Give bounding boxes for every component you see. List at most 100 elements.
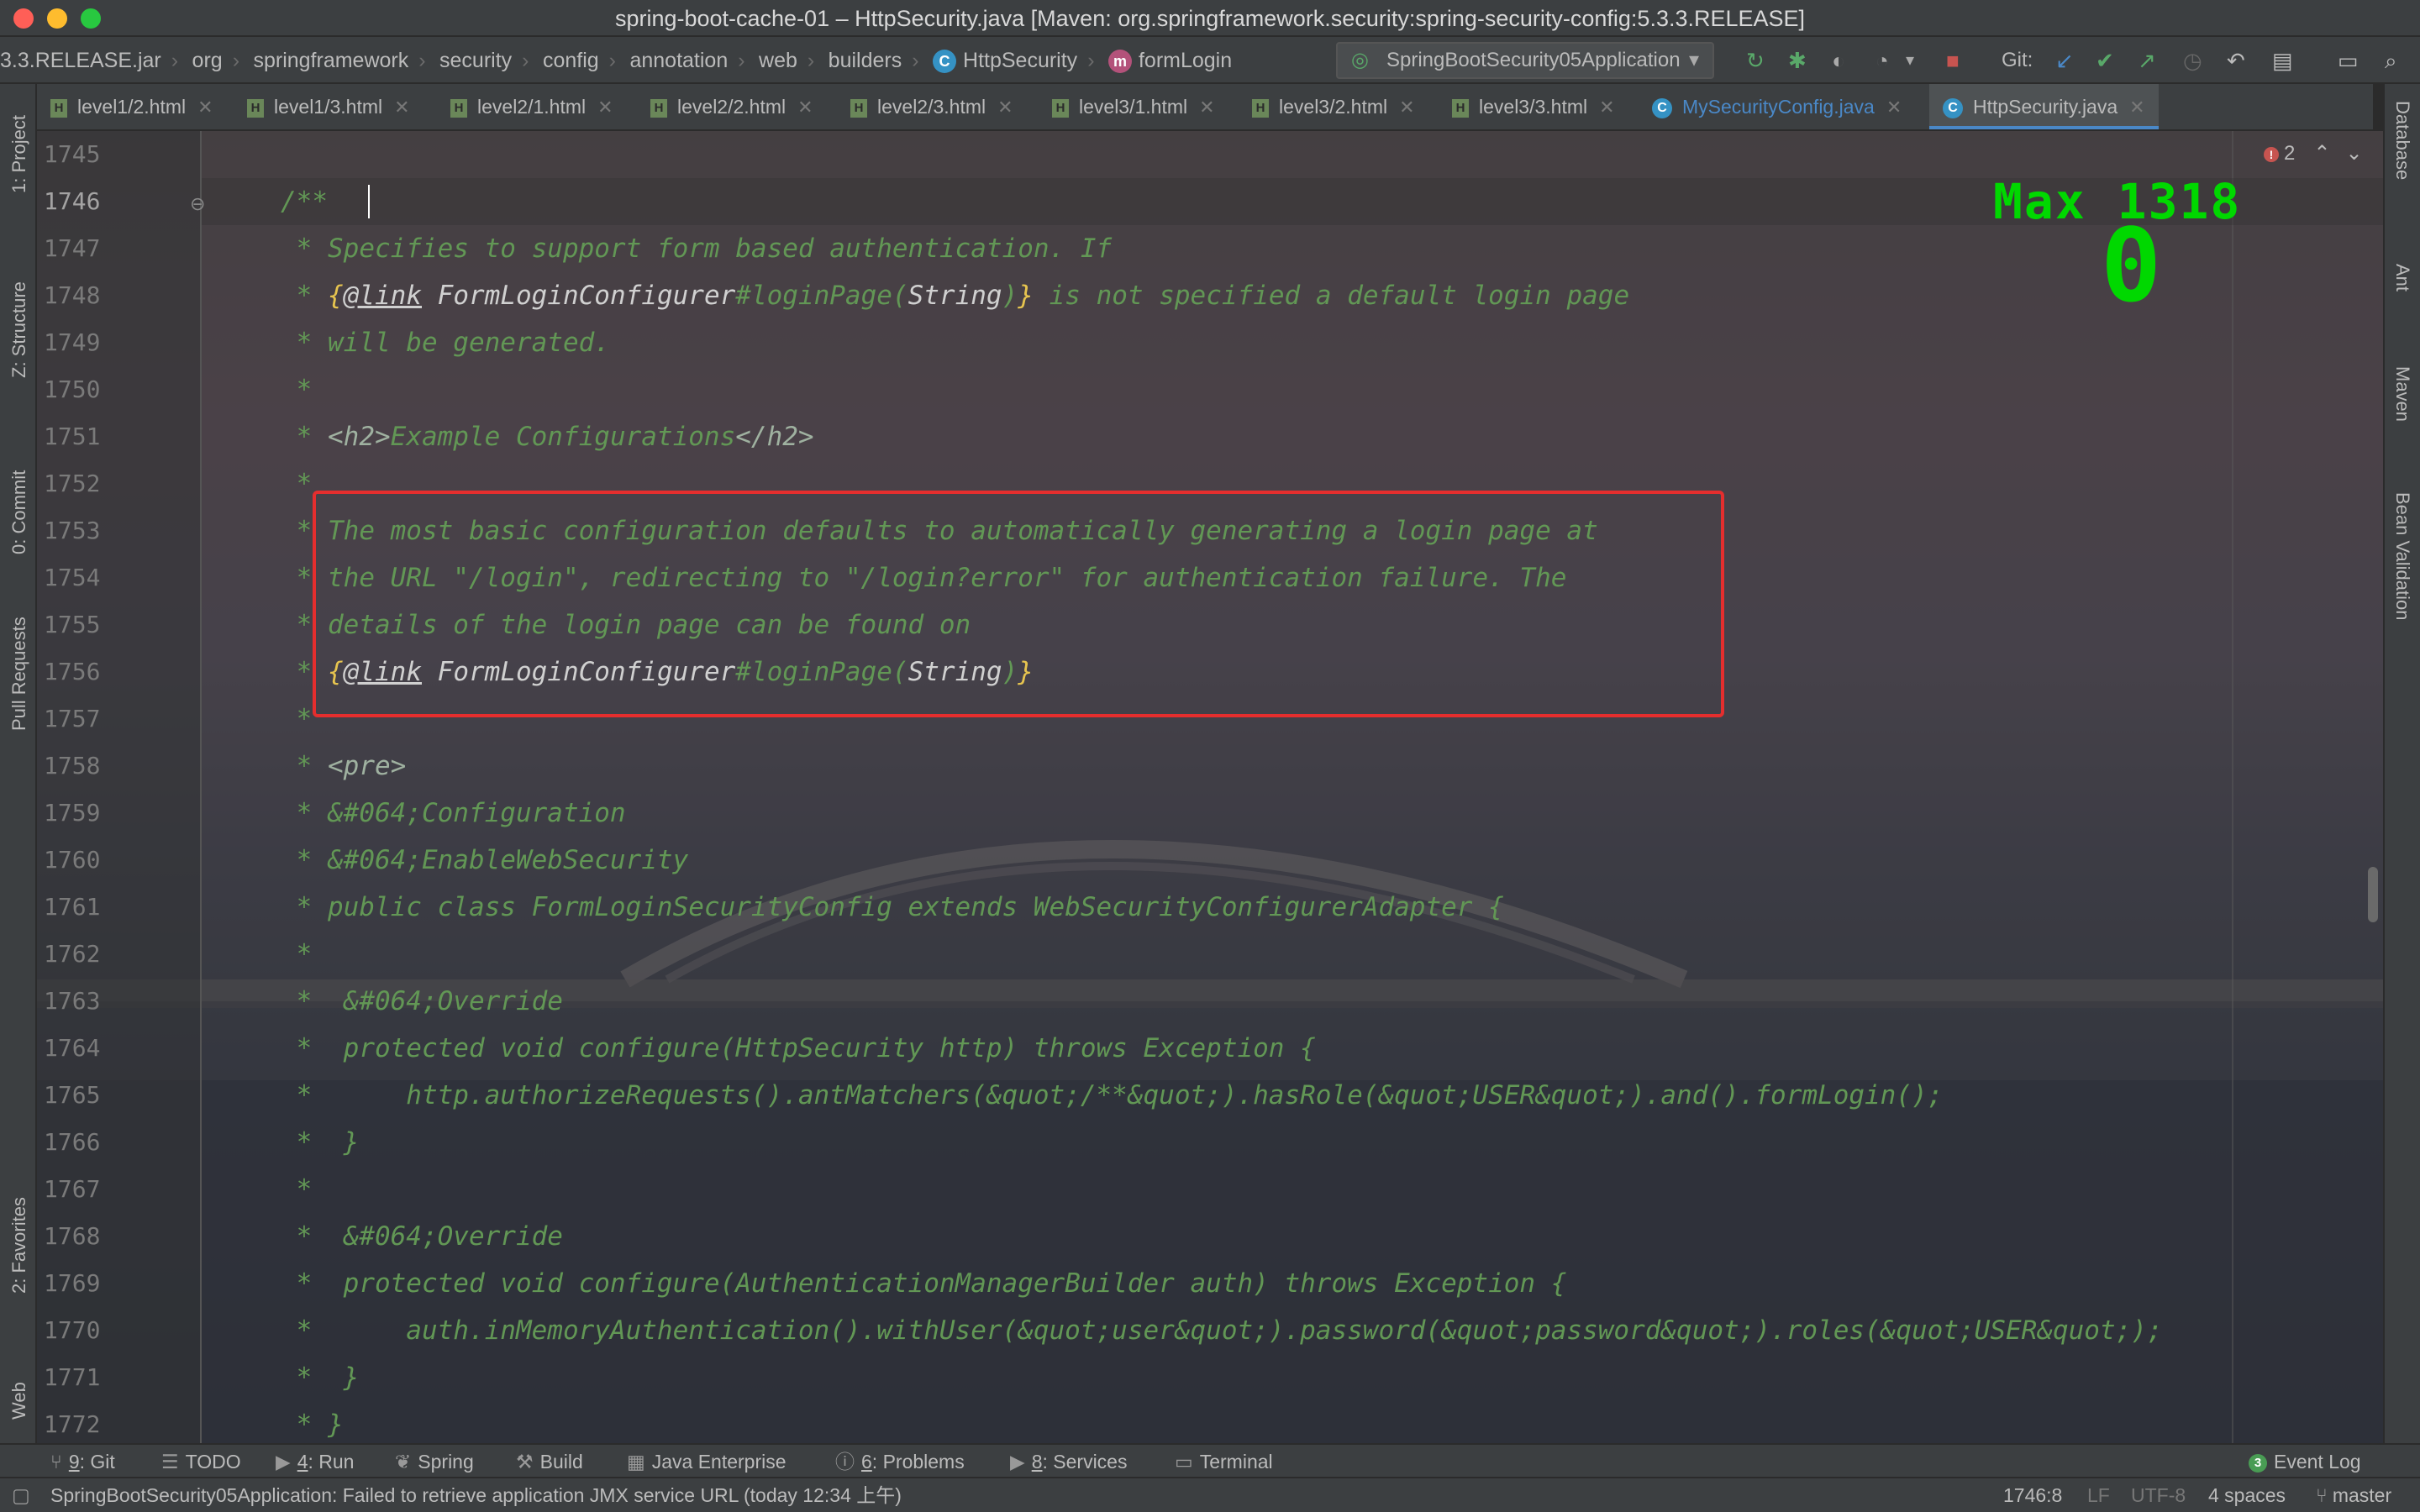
tool-terminal[interactable]: ▭ Terminal [1175,1445,1273,1478]
tab-mysecurityconfig[interactable]: C MySecurityConfig.java ✕ [1652,84,1902,129]
tool-run[interactable]: ▶ 4: Run [276,1445,354,1478]
minimize-window-button[interactable] [47,8,67,29]
line-number: 1746 [44,187,101,215]
line-number: 1749 [44,328,101,356]
project-structure-icon[interactable]: ▤ [2272,37,2293,84]
breadcrumb-item-builders[interactable]: builders [829,37,902,82]
next-highlight-icon[interactable]: ⌄ [2345,142,2362,165]
breadcrumb-item-jar[interactable]: 3.3.RELEASE.jar [0,37,161,82]
profile-icon[interactable]: ◔ [1876,37,1889,84]
tool-build[interactable]: ⚒ Build [516,1445,583,1478]
breadcrumb-item-class[interactable]: C HttpSecurity [933,37,1077,82]
tab-httpsecurity[interactable]: C HttpSecurity.java ✕ [1929,84,2159,129]
tab-level3-1[interactable]: Hlevel3/1.html ✕ [1052,84,1215,129]
tab-level2-1[interactable]: Hlevel2/1.html ✕ [450,84,613,129]
terminal-icon: ▭ [1175,1451,1193,1473]
tool-favorites[interactable]: 2: Favorites [8,1197,30,1294]
hammer-icon[interactable]: 🔨 [1286,74,1313,82]
close-tab-icon[interactable]: ✕ [197,97,213,118]
tool-web[interactable]: Web [8,1382,30,1420]
close-tab-icon[interactable]: ✕ [1886,97,1902,118]
javadoc-link-tag[interactable]: @link [344,281,422,311]
tab-level2-3[interactable]: Hlevel2/3.html ✕ [850,84,1013,129]
tool-problems[interactable]: ⓘ 6: Problems [835,1445,965,1478]
close-tab-icon[interactable]: ✕ [394,97,409,118]
debug-icon[interactable]: ✱ [1788,37,1807,84]
tool-java-enterprise[interactable]: ▦ Java Enterprise [627,1445,786,1478]
rerun-icon[interactable]: ↻ [1746,37,1765,84]
tab-level2-2[interactable]: Hlevel2/2.html ✕ [650,84,813,129]
run-configuration-select[interactable]: ◎ SpringBootSecurity05Application ▾ [1336,42,1714,79]
code-fragment: Example Configurations [390,422,736,452]
tool-pull-requests[interactable]: Pull Requests [8,617,30,731]
tool-maven[interactable]: Maven [2391,366,2413,422]
vertical-scrollbar[interactable] [2368,867,2378,922]
code-editor[interactable]: ⊖ 1745 1746 1747 1748 1749 1750 1751 175… [37,131,2383,1443]
close-tab-icon[interactable]: ✕ [2129,97,2144,118]
close-window-button[interactable] [13,8,34,29]
stop-icon[interactable]: ■ [1946,37,1960,84]
tool-database[interactable]: Database [2391,101,2413,180]
spring-leaf-icon: ❦ [395,1451,412,1473]
search-icon[interactable]: ⌕ [2385,37,2397,84]
close-tab-icon[interactable]: ✕ [1399,97,1414,118]
right-tool-strip: Database Ant Maven Bean Validation [2383,84,2420,1443]
tool-spring[interactable]: ❦ Spring [395,1445,474,1478]
tool-ant[interactable]: Ant [2391,264,2413,291]
file-encoding[interactable]: UTF-8 [2131,1478,2186,1512]
more-run-options-icon[interactable]: ▾ [1906,37,1914,84]
breadcrumb-item-annotation[interactable]: annotation [629,37,728,82]
close-tab-icon[interactable]: ✕ [1599,97,1614,118]
git-update-icon[interactable]: ↙ [2055,37,2074,84]
line-number: 1754 [44,564,101,591]
git-branch[interactable]: ⑂ master [2316,1478,2391,1512]
git-commit-icon[interactable]: ✔ [2096,37,2114,84]
tool-structure[interactable]: Z: Structure [8,281,30,378]
tool-number: 4 [297,1451,308,1473]
tab-level3-3[interactable]: Hlevel3/3.html ✕ [1452,84,1615,129]
breadcrumb-item-config[interactable]: config [543,37,599,82]
breadcrumb-item-web[interactable]: web [759,37,797,82]
tool-todo[interactable]: ☰ TODO [161,1445,241,1478]
close-tab-icon[interactable]: ✕ [597,97,613,118]
tab-level1-3[interactable]: Hlevel1/3.html ✕ [247,84,410,129]
html-file-icon: H [850,98,867,118]
coverage-icon[interactable]: ◐ [1832,37,1845,84]
brace-close: } [1018,281,1034,311]
code-line: * protected void configure(HttpSecurity … [281,1033,1316,1063]
line-number: 1756 [44,658,101,685]
tool-bean-validation[interactable]: Bean Validation [2391,492,2413,621]
tool-commit[interactable]: 0: Commit [8,470,30,554]
close-tab-icon[interactable]: ✕ [1199,97,1214,118]
breadcrumb-item-org[interactable]: org [192,37,223,82]
line-separator[interactable]: LF [2087,1478,2110,1512]
close-tab-icon[interactable]: ✕ [997,97,1013,118]
tool-git[interactable]: ⑂ 9: Git [50,1445,115,1478]
previous-highlight-icon[interactable]: ⌃ [2313,142,2330,165]
breadcrumb-item-springframework[interactable]: springframework [253,37,408,82]
tool-services[interactable]: ▶ 8: Services [1010,1445,1127,1478]
caret-position[interactable]: 1746:8 [2003,1478,2062,1512]
presentation-icon[interactable]: ▭ [2338,37,2359,84]
rollback-icon[interactable]: ↶ [2227,37,2245,84]
panel-toggle-icon[interactable]: ▢ [12,1478,30,1512]
line-number: 1761 [44,893,101,921]
breadcrumb-item-security[interactable]: security [439,37,512,82]
status-message[interactable]: SpringBootSecurity05Application: Failed … [50,1478,902,1512]
indent-setting[interactable]: 4 spaces [2208,1478,2286,1512]
code-line: * <pre> [281,743,407,790]
tool-event-log[interactable]: 3 Event Log [2249,1445,2361,1478]
close-tab-icon[interactable]: ✕ [797,97,813,118]
tab-level1-2[interactable]: Hlevel1/2.html ✕ [50,84,213,129]
inspection-widget[interactable]: ! 2 ⌃ ⌄ [2264,141,2363,165]
history-icon[interactable]: ◷ [2183,37,2202,84]
bottom-tool-bar: ⑂ 9: Git ☰ TODO ▶ 4: Run ❦ Spring ⚒ Build ▦ Ja… [0,1443,2420,1478]
fold-icon[interactable]: ⊖ [190,193,205,215]
code-line: * [281,704,313,734]
breadcrumb-item-method[interactable]: m formLogin [1107,37,1232,82]
right-margin-guide [2232,131,2233,1443]
git-push-icon[interactable]: ↗ [2138,37,2156,84]
tab-level3-2[interactable]: Hlevel3/2.html ✕ [1252,84,1415,129]
zoom-window-button[interactable] [81,8,101,29]
tool-project[interactable]: 1: Project [8,115,30,193]
